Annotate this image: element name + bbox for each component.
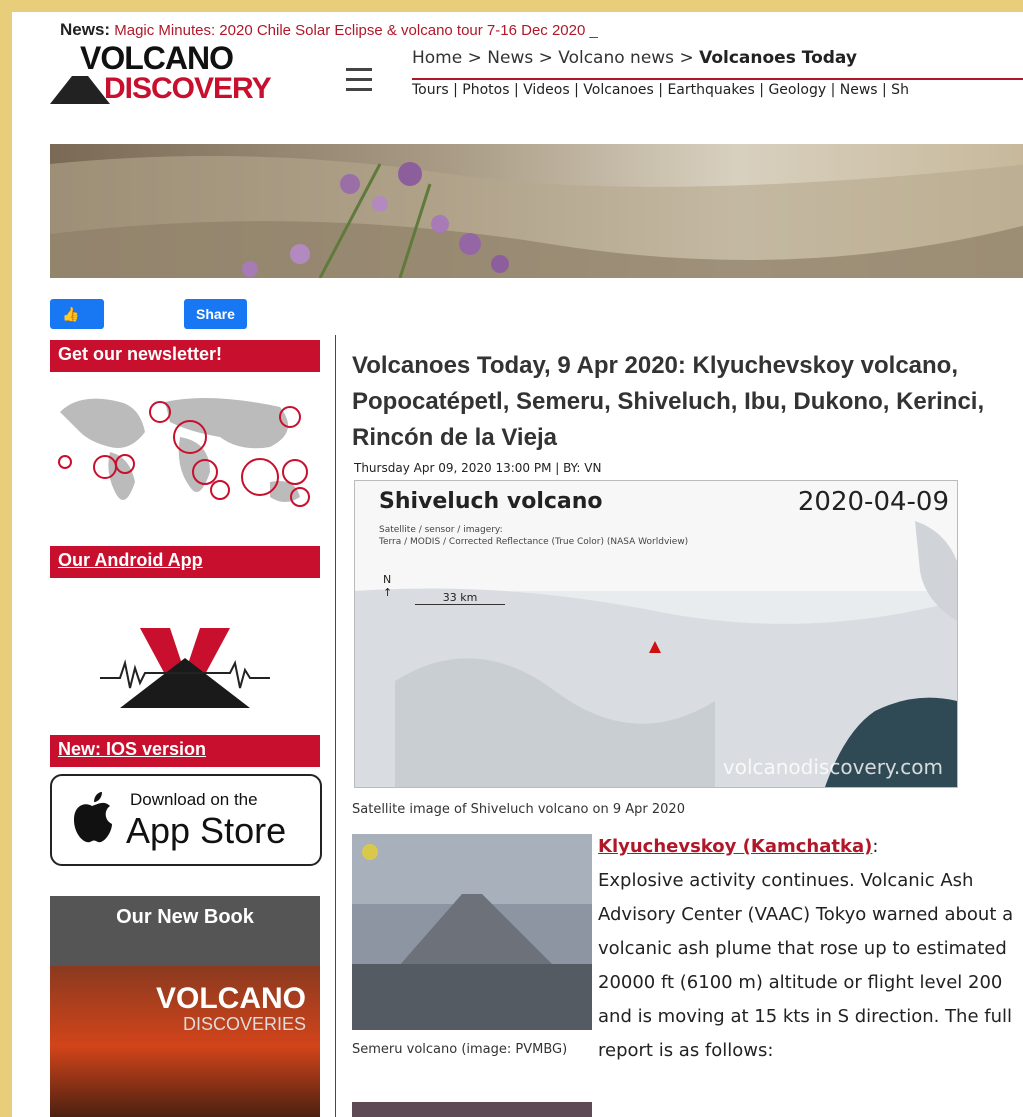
column-divider <box>335 335 336 1117</box>
north-label: N <box>383 573 392 586</box>
article-title: Volcanoes Today, 9 Apr 2020: Klyuchevsko… <box>352 352 985 451</box>
klyuchevskoy-link[interactable]: Klyuchevskoy (Kamchatka) <box>598 836 872 857</box>
article-paragraph: Explosive activity continues. Volcanic A… <box>598 870 1014 1061</box>
breadcrumb-home[interactable]: Home <box>412 48 462 68</box>
ios-heading-box: New: IOS version <box>50 735 320 767</box>
facebook-share-button[interactable]: Share <box>184 299 247 329</box>
android-app-heading[interactable]: Our Android App <box>50 546 320 578</box>
north-arrow-icon: N ↑ <box>383 573 393 599</box>
breadcrumb-news[interactable]: News <box>487 48 533 68</box>
breadcrumb-volcano-news[interactable]: Volcano news <box>558 48 674 68</box>
image-title: Shiveluch volcano <box>379 489 603 514</box>
hamburger-menu-icon[interactable] <box>346 68 372 94</box>
app-store-big-text: App Store <box>126 810 287 851</box>
app-store-small-text: Download on the <box>130 790 258 809</box>
ios-version-heading[interactable]: New: IOS version <box>50 735 320 767</box>
new-book-heading: Our New Book <box>116 906 254 928</box>
breadcrumb-separator: > <box>538 48 553 68</box>
news-ticker-link[interactable]: Magic Minutes: 2020 Chile Solar Eclipse … <box>114 22 598 39</box>
breadcrumb-divider <box>412 78 1023 80</box>
article-body: Klyuchevskoy (Kamchatka): Explosive acti… <box>598 830 1018 1068</box>
image-watermark: volcanodiscovery.com <box>722 755 943 779</box>
android-app-logo-icon[interactable] <box>50 578 320 708</box>
book-cover-title: VOLCANO <box>156 982 306 1015</box>
book-cover-subtitle: DISCOVERIES <box>182 1014 306 1034</box>
news-label: News: <box>60 20 111 39</box>
site-logo[interactable]: VOLCANO DISCOVERY <box>50 40 330 106</box>
image-subtitle-1: Satellite / sensor / imagery: <box>379 525 503 535</box>
thumbs-up-icon: 👍 <box>62 306 80 322</box>
facebook-like-button[interactable]: 👍 Like 4.6K <box>50 299 104 382</box>
breadcrumb-separator: > <box>467 48 482 68</box>
semeru-caption: Semeru volcano (image: PVMBG) <box>352 1042 568 1057</box>
android-app-box: Our Android App <box>50 546 320 712</box>
page-frame: News: Magic Minutes: 2020 Chile Solar Ec… <box>12 12 1023 1117</box>
second-thumbnail-image[interactable] <box>352 1102 592 1117</box>
link-colon: : <box>872 836 879 857</box>
image-caption: Satellite image of Shiveluch volcano on … <box>352 802 685 817</box>
newsletter-heading[interactable]: Get our newsletter! <box>50 340 320 372</box>
breadcrumb-current: Volcanoes Today <box>699 48 857 68</box>
shiveluch-satellite-image[interactable]: Shiveluch volcano 2020-04-09 Satellite /… <box>354 480 958 788</box>
article-meta: Thursday Apr 09, 2020 13:00 PM | BY: VN <box>354 461 602 475</box>
image-date: 2020-04-09 <box>797 487 949 517</box>
logo-text-discovery: DISCOVERY <box>104 72 272 105</box>
world-map-image[interactable] <box>50 372 320 522</box>
breadcrumb: Home > News > Volcano news > Volcanoes T… <box>412 48 857 68</box>
book-cover-image: VOLCANO DISCOVERIES <box>50 966 320 1117</box>
semeru-thumbnail-image[interactable] <box>352 834 592 1030</box>
header-banner-image <box>50 144 1023 278</box>
app-store-button[interactable]: Download on the App Store <box>50 774 322 866</box>
new-book-box[interactable]: Our New Book VOLCANO DISCOVERIES <box>50 896 320 1117</box>
apple-icon <box>74 792 112 843</box>
image-subtitle-2: Terra / MODIS / Corrected Reflectance (T… <box>379 537 689 547</box>
top-menu[interactable]: Tours | Photos | Videos | Volcanoes | Ea… <box>412 82 909 98</box>
newsletter-box: Get our newsletter! <box>50 340 320 526</box>
news-ticker: News: Magic Minutes: 2020 Chile Solar Ec… <box>60 20 598 40</box>
breadcrumb-separator: > <box>679 48 694 68</box>
scale-bar: 33 km <box>415 591 505 605</box>
